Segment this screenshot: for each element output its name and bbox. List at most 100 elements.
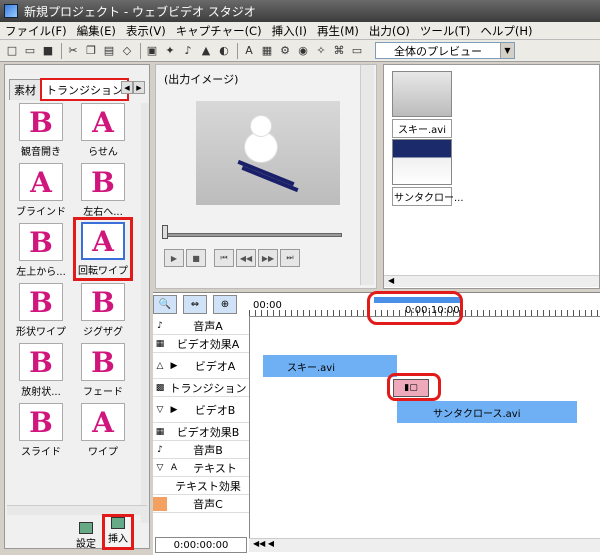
disc-icon[interactable]: ◉: [295, 43, 311, 59]
horizontal-scrollbar[interactable]: ◀: [384, 275, 599, 287]
transition-thumb: B: [19, 283, 63, 321]
transition-item[interactable]: B 放射状...: [11, 343, 71, 401]
audio-icon[interactable]: ♪: [180, 43, 196, 59]
track-audio-b[interactable]: ♪ 音声B: [153, 441, 249, 459]
chevron-down-icon[interactable]: ▼: [500, 43, 514, 58]
track-video-effect-a[interactable]: ▦ ビデオ効果A: [153, 335, 249, 353]
erase-icon[interactable]: ◇: [119, 43, 135, 59]
transition-item[interactable]: A ブラインド: [11, 163, 71, 221]
open-icon[interactable]: ▭: [22, 43, 38, 59]
transition-thumb: B: [81, 163, 125, 201]
settings-button[interactable]: 設定: [73, 520, 99, 550]
zoom-fit-icon[interactable]: 🔍: [153, 295, 177, 314]
text-icon[interactable]: A: [241, 43, 257, 59]
output-icon[interactable]: ⌘: [331, 43, 347, 59]
grid-icon[interactable]: ▦: [259, 43, 275, 59]
preview-select[interactable]: 全体のプレビュー ▼: [375, 42, 515, 59]
track-video-a[interactable]: △ ▶ ビデオA: [153, 353, 249, 379]
menu-tools[interactable]: ツール(T): [415, 23, 476, 39]
track-audio-c[interactable]: 音声C: [153, 495, 249, 513]
tab-scroll-right-icon[interactable]: ▶: [133, 81, 145, 94]
range-highlight: [367, 291, 463, 325]
horizontal-scrollbar[interactable]: ◀◀ ◀: [249, 538, 600, 552]
toolbar-divider: [237, 42, 238, 59]
effect-icon: ▦: [155, 338, 165, 349]
transition-item[interactable]: B 左右へ...: [73, 163, 133, 221]
track-label: ビデオ効果A: [176, 337, 240, 351]
tool-icon[interactable]: ⚙: [277, 43, 293, 59]
copy-icon[interactable]: ❐: [83, 43, 99, 59]
transition-thumb: B: [81, 343, 125, 381]
zoom-in-icon[interactable]: ⊕: [213, 295, 237, 314]
tab-materials[interactable]: 素材: [9, 79, 41, 100]
clip-video-b[interactable]: サンタクロース.avi: [397, 401, 577, 423]
transition-item[interactable]: B 形状ワイプ: [11, 283, 71, 341]
horizontal-scrollbar[interactable]: [7, 505, 147, 515]
cut-icon[interactable]: ✂: [65, 43, 81, 59]
track-divider: [249, 317, 250, 542]
transition-item-selected[interactable]: A 回転ワイプ: [73, 217, 133, 281]
media-thumb: [392, 139, 452, 185]
effect-icon[interactable]: ✦: [162, 43, 178, 59]
media-item[interactable]: サンタクロー...: [392, 139, 464, 206]
transition-thumb: A: [81, 103, 125, 141]
fit-width-icon[interactable]: ⇔: [183, 295, 207, 314]
skip-start-icon[interactable]: ⏮: [214, 249, 234, 267]
track-audio-a[interactable]: ♪ 音声A: [153, 317, 249, 335]
new-icon[interactable]: □: [4, 43, 20, 59]
clip-video-a[interactable]: スキー.avi: [263, 355, 397, 377]
stop-icon[interactable]: ■: [186, 249, 206, 267]
transition-item[interactable]: B 観音開き: [11, 103, 71, 161]
tab-transitions[interactable]: トランジション: [40, 78, 129, 101]
toolbar-divider: [140, 42, 141, 59]
track-video-effect-b[interactable]: ▦ ビデオ効果B: [153, 423, 249, 441]
vertical-scrollbar[interactable]: [141, 103, 149, 523]
preview-mode-icon[interactable]: ▭: [349, 43, 365, 59]
transition-icon[interactable]: ◐: [216, 43, 232, 59]
transition-thumb: A: [19, 163, 63, 201]
rewind-icon[interactable]: ◀◀: [236, 249, 256, 267]
forward-icon[interactable]: ▶▶: [258, 249, 278, 267]
media-item[interactable]: スキー.avi: [392, 71, 452, 138]
menu-view[interactable]: 表示(V): [121, 23, 171, 39]
transition-item[interactable]: A ワイプ: [73, 403, 133, 461]
menu-capture[interactable]: キャプチャー(C): [171, 23, 267, 39]
transition-item[interactable]: A らせん: [73, 103, 133, 161]
transition-item[interactable]: B フェード: [73, 343, 133, 401]
track-video-b[interactable]: ▽ ▶ ビデオB: [153, 397, 249, 423]
play-icon[interactable]: ▶: [164, 249, 184, 267]
paste-icon[interactable]: ▤: [101, 43, 117, 59]
menu-output[interactable]: 出力(O): [364, 23, 415, 39]
track-transition[interactable]: ▩ トランジション: [153, 379, 249, 397]
settings-label: 設定: [76, 539, 96, 550]
menu-help[interactable]: ヘルプ(H): [475, 23, 537, 39]
track-text-effect[interactable]: テキスト効果: [153, 477, 249, 495]
preview-select-value: 全体のプレビュー: [394, 44, 482, 58]
settings-icon: [79, 522, 93, 534]
menu-edit[interactable]: 編集(E): [72, 23, 121, 39]
menu-insert[interactable]: 挿入(I): [267, 23, 312, 39]
insert-button[interactable]: 挿入: [102, 514, 134, 550]
transition-label: 観音開き: [21, 147, 61, 158]
fx-icon[interactable]: ✧: [313, 43, 329, 59]
transition-item[interactable]: B ジグザグ: [73, 283, 133, 341]
menu-play[interactable]: 再生(M): [312, 23, 364, 39]
track-label: テキスト効果: [175, 479, 241, 493]
skip-end-icon[interactable]: ⏭: [280, 249, 300, 267]
image-icon[interactable]: ▲: [198, 43, 214, 59]
track-text[interactable]: ▽ A テキスト: [153, 459, 249, 477]
tab-scroll-left-icon[interactable]: ◀: [121, 81, 133, 94]
seek-thumb[interactable]: [162, 225, 168, 239]
note-icon: ♪: [157, 320, 163, 331]
video-icon[interactable]: ▣: [144, 43, 160, 59]
save-icon[interactable]: ■: [40, 43, 56, 59]
vertical-scrollbar[interactable]: [360, 65, 374, 285]
transition-item[interactable]: B 左上から...: [11, 223, 71, 281]
menu-file[interactable]: ファイル(F): [0, 23, 72, 39]
transition-item[interactable]: B スライド: [11, 403, 71, 461]
collapse-icon[interactable]: △: [153, 361, 167, 371]
seek-bar[interactable]: [166, 233, 342, 237]
expand-icon[interactable]: ▽: [153, 463, 167, 473]
expand-icon[interactable]: ▽: [153, 405, 167, 415]
transition-label: らせん: [88, 147, 118, 158]
